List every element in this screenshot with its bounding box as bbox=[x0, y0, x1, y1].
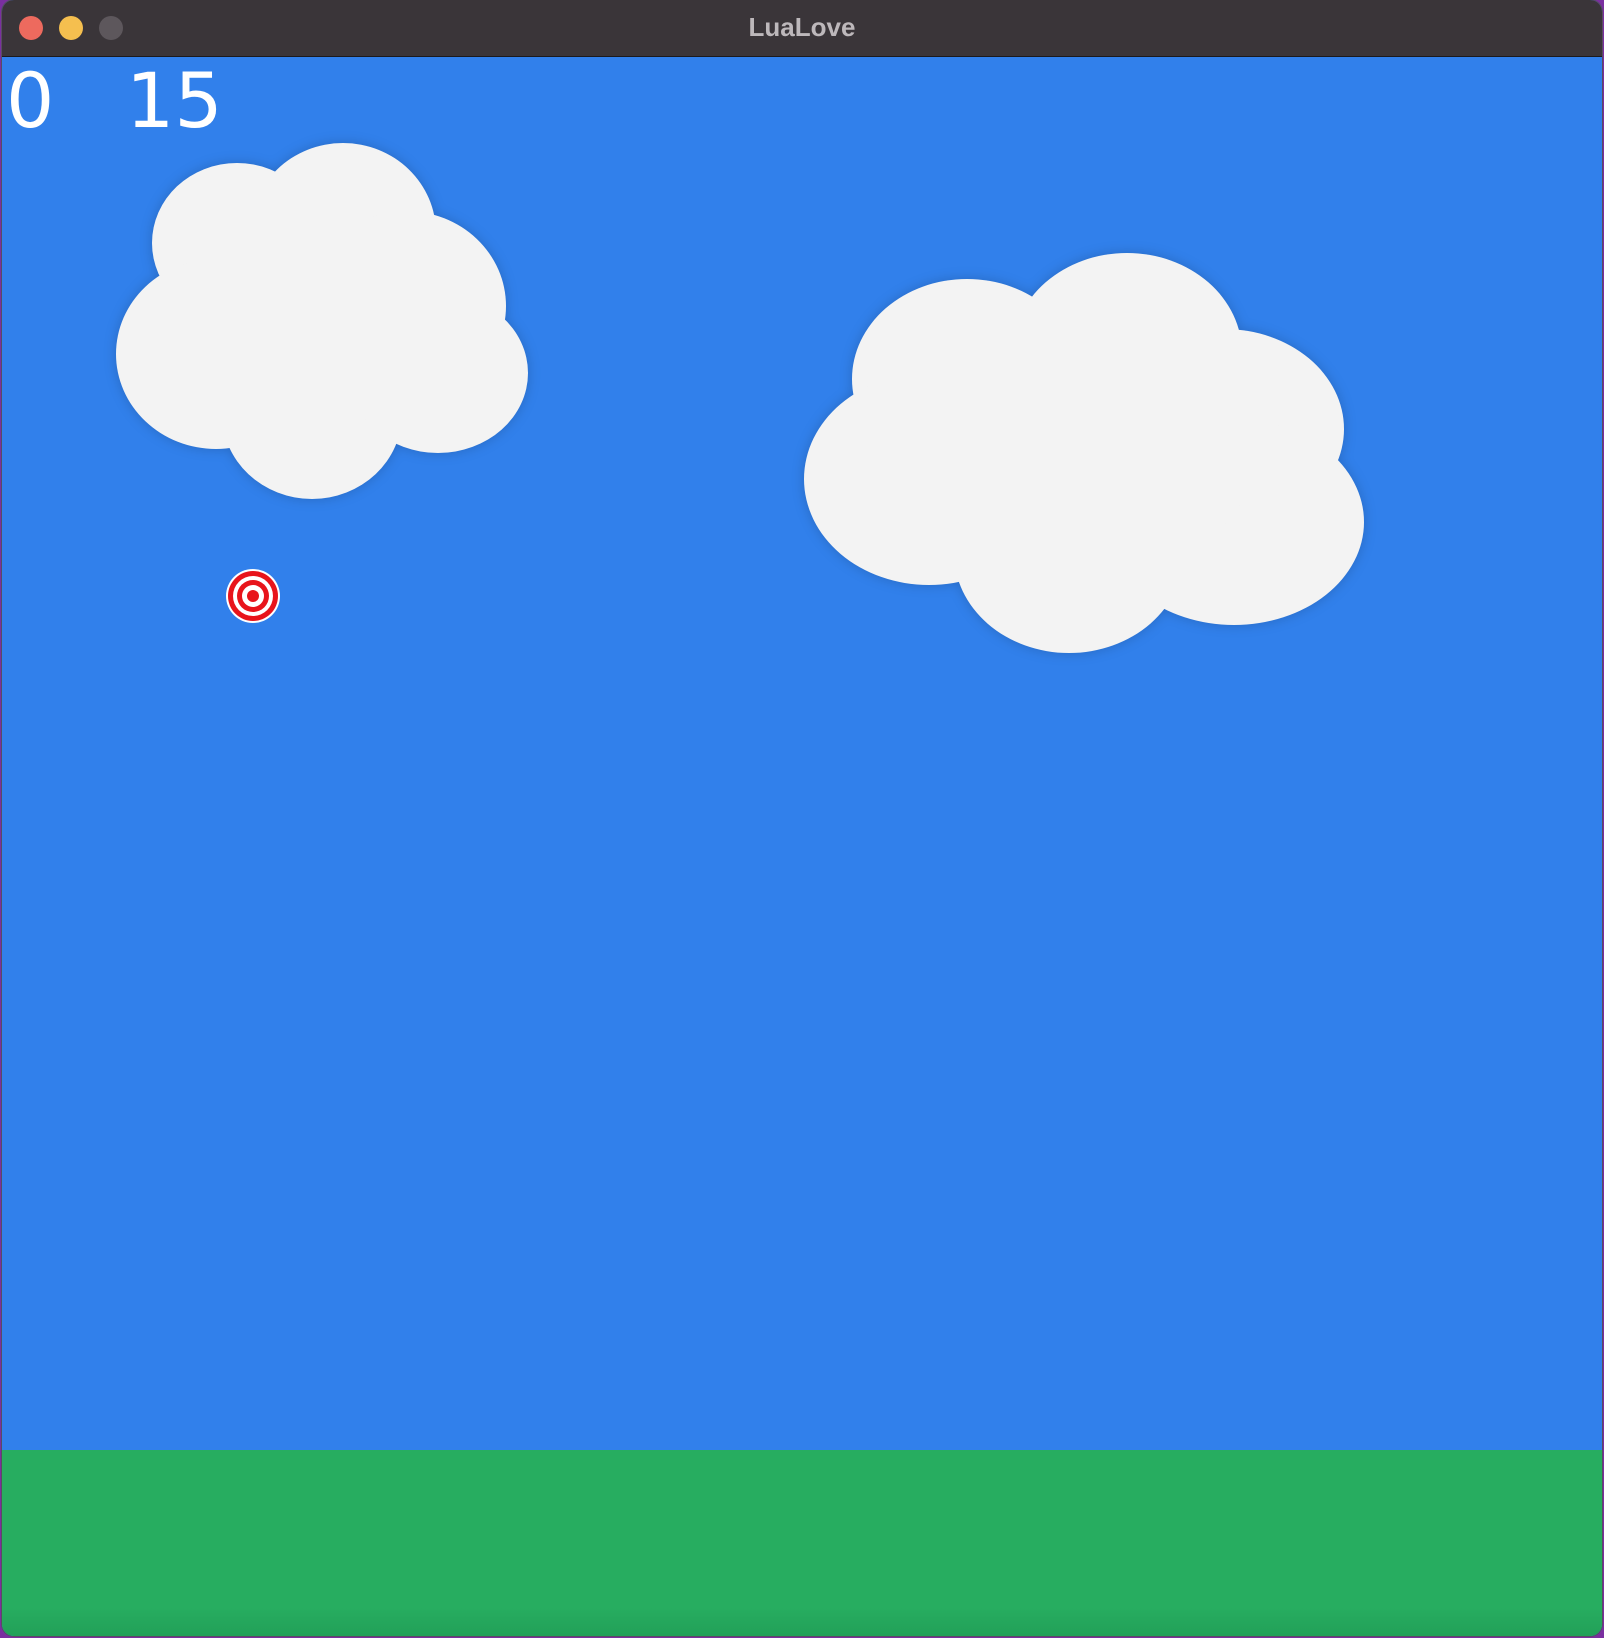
game-canvas[interactable]: 0 15 bbox=[2, 57, 1602, 1636]
cloud-icon bbox=[804, 253, 1364, 673]
window-title: LuaLove bbox=[748, 12, 856, 42]
bullseye-target-icon[interactable] bbox=[225, 568, 281, 624]
ground bbox=[2, 1450, 1602, 1636]
game-window: LuaLove 0 15 bbox=[2, 0, 1602, 1636]
title-bar: LuaLove bbox=[2, 0, 1602, 57]
score-display: 0 bbox=[6, 56, 55, 145]
timer-display: 15 bbox=[126, 56, 223, 145]
cloud-icon bbox=[116, 143, 536, 503]
